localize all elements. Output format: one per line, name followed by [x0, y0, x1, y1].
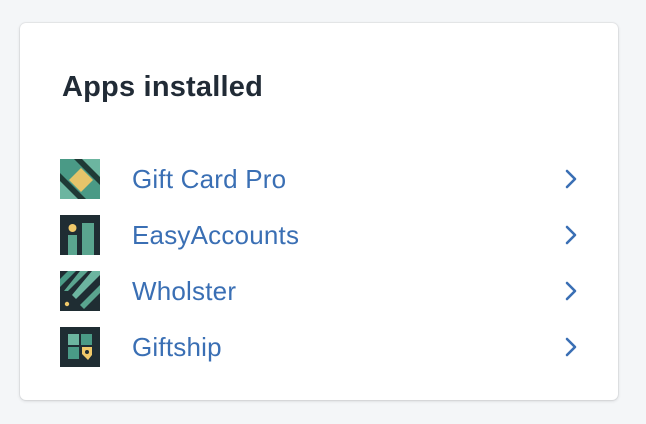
- chevron-right-icon: [564, 168, 578, 190]
- apps-installed-card: Apps installed Gift Card Pro EasyAccount…: [20, 23, 618, 400]
- chevron-right-icon: [564, 224, 578, 246]
- card-title: Apps installed: [62, 71, 263, 103]
- wholster-icon: [60, 271, 100, 311]
- app-name: Gift Card Pro: [132, 163, 287, 194]
- app-name: EasyAccounts: [132, 219, 300, 250]
- app-item-giftship[interactable]: Giftship: [60, 319, 578, 375]
- chevron-right-icon: [564, 280, 578, 302]
- giftship-icon: [60, 327, 100, 367]
- app-name: Giftship: [132, 331, 222, 362]
- app-item-wholster[interactable]: Wholster: [60, 263, 578, 319]
- app-list: Gift Card Pro EasyAccounts Wholster Gift…: [60, 151, 578, 375]
- easyaccounts-icon: [60, 215, 100, 255]
- app-name: Wholster: [132, 275, 237, 306]
- chevron-right-icon: [564, 336, 578, 358]
- gift-card-pro-icon: [60, 159, 100, 199]
- app-item-gift-card-pro[interactable]: Gift Card Pro: [60, 151, 578, 207]
- app-item-easyaccounts[interactable]: EasyAccounts: [60, 207, 578, 263]
